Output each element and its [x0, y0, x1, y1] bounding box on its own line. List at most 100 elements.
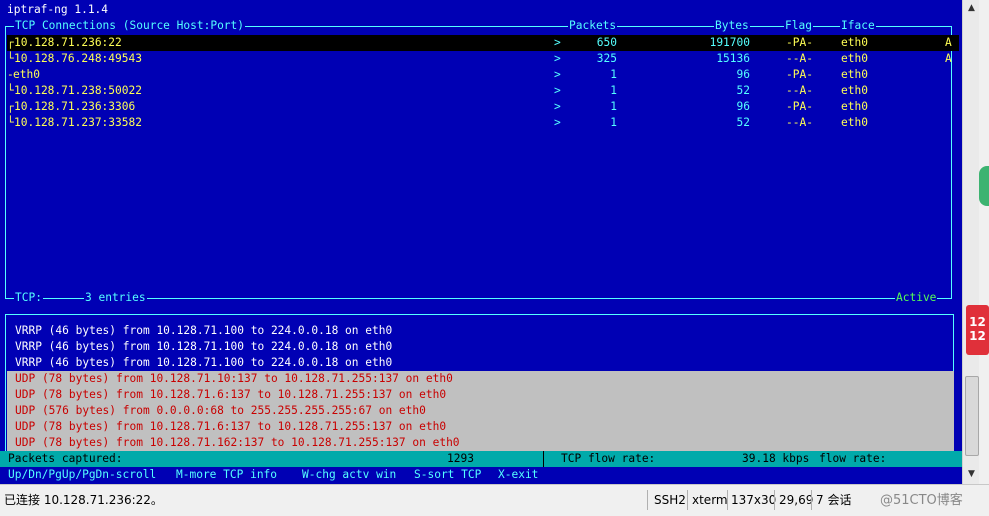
tcp-flags: -PA- — [786, 36, 813, 49]
interface-name: eth0 — [841, 84, 868, 97]
log-line: VRRP (46 bytes) from 10.128.71.100 to 22… — [15, 324, 393, 337]
help-scroll: Up/Dn/PgUp/PgDn-scroll — [8, 468, 157, 481]
divider — [727, 490, 728, 510]
tree-branch-icon: ┌ — [7, 100, 14, 113]
protocol-indicator: SSH2 — [654, 493, 686, 507]
tcp-flow-rate-label: TCP flow rate: — [561, 452, 656, 465]
tcp-header-packets: Packets — [568, 19, 618, 32]
app-title: iptraf-ng 1.1.4 — [7, 3, 109, 16]
tcp-header-bytes: Bytes — [714, 19, 750, 32]
divider — [687, 490, 688, 510]
tcp-flags: --A- — [786, 84, 813, 97]
connection-state: A — [945, 36, 952, 49]
tree-branch-icon: └ — [7, 84, 14, 97]
tcp-footer-line — [5, 298, 952, 299]
status-separator — [543, 451, 544, 467]
interface-name: eth0 — [841, 100, 868, 113]
tree-branch-icon: ┌ — [7, 36, 14, 49]
help-change-window: W-chg actv win — [302, 468, 397, 481]
log-line: UDP (78 bytes) from 10.128.71.6:137 to 1… — [15, 420, 447, 433]
tcp-active-status: Active — [895, 291, 938, 304]
tree-branch-icon: └ — [7, 116, 14, 129]
help-exit: X-exit — [498, 468, 539, 481]
green-tab-icon[interactable] — [979, 166, 989, 206]
help-more-info: M-more TCP info — [176, 468, 278, 481]
divider — [774, 490, 775, 510]
tcp-connection-row[interactable]: - eth0 >1 96 -PA-eth0 — [7, 67, 959, 83]
tcp-header-flag: Flag — [784, 19, 813, 32]
interface-name: eth0 — [841, 68, 868, 81]
tcp-flags: --A- — [786, 116, 813, 129]
tcp-flags: -PA- — [786, 68, 813, 81]
direction-arrow: > — [554, 36, 561, 49]
tree-branch-icon: └ — [7, 52, 14, 65]
byte-count: 191700 — [709, 36, 750, 49]
direction-arrow: > — [554, 84, 561, 97]
cursor-position: 29,69 — [779, 493, 814, 507]
tcp-connection-row[interactable]: └ 10.128.76.248:49543 >325 15136 --A-eth0 A — [7, 51, 959, 67]
connection-host: 10.128.76.248:49543 — [14, 52, 142, 65]
tcp-connection-row[interactable]: ┌ 10.128.71.236:3306 >1 96 -PA-eth0 — [7, 99, 959, 115]
tcp-header-connections: TCP Connections (Source Host:Port) — [14, 19, 246, 32]
tcp-flags: -PA- — [786, 100, 813, 113]
scroll-down-icon[interactable]: ▼ — [964, 466, 979, 482]
direction-arrow: > — [554, 100, 561, 113]
ssh-client-status-bar: 已连接 10.128.71.236:22。 SSH2 xterm 137x30 … — [0, 484, 989, 516]
terminal-window[interactable]: iptraf-ng 1.1.4 TCP Connections (Source … — [0, 0, 962, 484]
session-count: 7 会话 — [816, 493, 852, 507]
interface-name: eth0 — [841, 116, 868, 129]
help-sort: S-sort TCP — [414, 468, 482, 481]
terminal-type: xterm — [692, 493, 728, 507]
log-line: VRRP (46 bytes) from 10.128.71.100 to 22… — [15, 340, 393, 353]
scroll-up-icon[interactable]: ▲ — [964, 0, 979, 16]
direction-arrow: > — [554, 52, 561, 65]
log-line: UDP (576 bytes) from 0.0.0.0:68 to 255.2… — [15, 404, 426, 417]
connection-host: 10.128.71.237:33582 — [14, 116, 142, 129]
packet-count: 1 — [610, 68, 617, 81]
terminal-size: 137x30 — [731, 493, 777, 507]
connection-host: 10.128.71.236:22 — [14, 36, 122, 49]
tcp-flow-rate-value: 39.18 kbps — [742, 452, 810, 465]
flow-rate-label: flow rate: — [819, 452, 887, 465]
tcp-connection-row[interactable]: └ 10.128.71.238:50022 >1 52 --A-eth0 — [7, 83, 959, 99]
packets-captured-label: Packets captured: — [8, 452, 123, 465]
status-bar: Packets captured: 1293 TCP flow rate: 39… — [0, 451, 962, 467]
byte-count: 96 — [736, 68, 750, 81]
direction-arrow: > — [554, 116, 561, 129]
tcp-entry-count: 3 entries — [84, 291, 147, 304]
packets-captured-value: 1293 — [447, 452, 474, 465]
packet-count: 325 — [596, 52, 617, 65]
byte-count: 15136 — [716, 52, 750, 65]
log-line: VRRP (46 bytes) from 10.128.71.100 to 22… — [15, 356, 393, 369]
terminal-scrollbar[interactable]: ▲ ▼ — [962, 0, 979, 484]
log-line: UDP (78 bytes) from 10.128.71.10:137 to … — [15, 372, 453, 385]
log-line: UDP (78 bytes) from 10.128.71.162:137 to… — [15, 436, 460, 449]
interface-name: eth0 — [841, 36, 868, 49]
tcp-footer-label: TCP: — [14, 291, 43, 304]
packet-count: 1 — [610, 84, 617, 97]
interface-name: eth0 — [841, 52, 868, 65]
direction-arrow: > — [554, 68, 561, 81]
tcp-header-iface: Iface — [840, 19, 876, 32]
scrollbar-thumb[interactable] — [965, 376, 979, 456]
packet-count: 650 — [596, 36, 617, 49]
byte-count: 96 — [736, 100, 750, 113]
tcp-flags: --A- — [786, 52, 813, 65]
connection-host: 10.128.71.236:3306 — [14, 100, 136, 113]
watermark: @51CTO博客 — [880, 493, 963, 508]
red-badge-icon[interactable]: 12 12 — [966, 305, 989, 355]
log-line: UDP (78 bytes) from 10.128.71.6:137 to 1… — [15, 388, 447, 401]
byte-count: 52 — [736, 84, 750, 97]
connection-host: eth0 — [13, 68, 40, 81]
tcp-connection-row[interactable]: └ 10.128.71.237:33582 >1 52 --A-eth0 — [7, 115, 959, 131]
packet-count: 1 — [610, 116, 617, 129]
byte-count: 52 — [736, 116, 750, 129]
connection-state: A — [945, 52, 952, 65]
connection-status: 已连接 10.128.71.236:22。 — [4, 493, 163, 507]
help-bar: Up/Dn/PgUp/PgDn-scroll M-more TCP info W… — [0, 467, 962, 484]
tcp-connection-row[interactable]: ┌ 10.128.71.236:22 >650 191700 -PA-eth0 A — [7, 35, 959, 51]
connection-host: 10.128.71.238:50022 — [14, 84, 142, 97]
divider — [647, 490, 648, 510]
packet-count: 1 — [610, 100, 617, 113]
divider — [811, 490, 812, 510]
